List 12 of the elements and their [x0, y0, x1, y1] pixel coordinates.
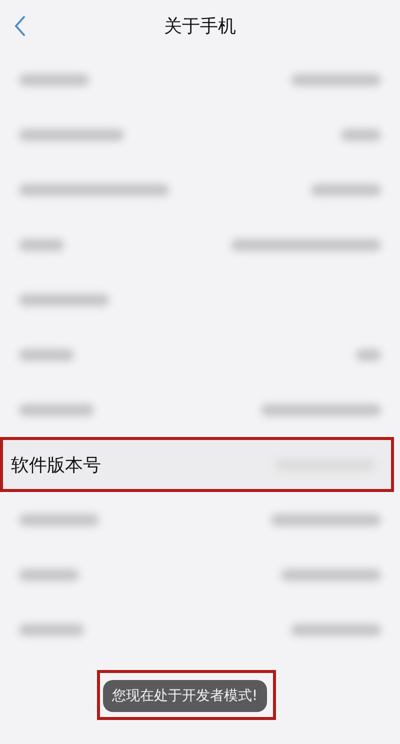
row-label[interactable]: 软件版本号 [11, 452, 101, 476]
blurred-value [311, 184, 381, 196]
back-icon[interactable] [14, 15, 26, 37]
blurred-label [19, 238, 64, 250]
blurred-label [19, 74, 89, 86]
blurred-value [341, 128, 381, 140]
toast-message: 您现在处于开发者模式! [103, 680, 267, 712]
blurred-label [19, 624, 84, 636]
page-title: 关于手机 [164, 15, 236, 38]
blurred-value [356, 348, 381, 360]
blurred-label [19, 348, 74, 360]
blurred-label [19, 568, 79, 580]
